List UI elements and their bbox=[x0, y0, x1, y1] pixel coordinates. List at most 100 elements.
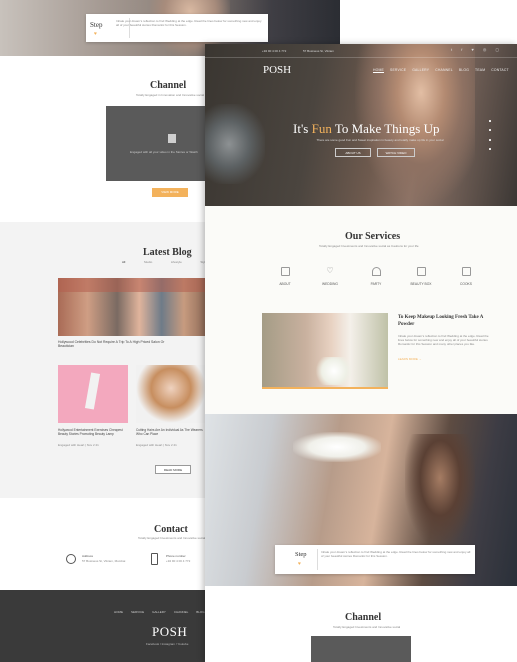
step-card-front: Step ♥ Inhale your dream's reflection to… bbox=[275, 545, 475, 574]
service-wedding[interactable]: ♡ WEDDING bbox=[315, 266, 345, 287]
nav-team[interactable]: TEAM bbox=[475, 68, 485, 73]
service-label: ABOUT bbox=[279, 282, 291, 286]
car-background bbox=[205, 104, 265, 184]
party-icon bbox=[371, 267, 381, 276]
blog-post-title-1[interactable]: Hollywood Celebrities Do Not Require A T… bbox=[58, 340, 178, 349]
couple-photo-section: Step ♥ Inhale your dream's reflection to… bbox=[205, 414, 517, 586]
contact-subtitle: Totally Engaged Investments and Innovati… bbox=[138, 536, 206, 540]
hero-title-accent: Fun bbox=[311, 121, 332, 136]
topbar-phone[interactable]: +94 90 4 00 4 772 bbox=[262, 49, 286, 53]
footer-nav-blog[interactable]: BLOG bbox=[196, 610, 204, 614]
slider-dots[interactable] bbox=[489, 120, 491, 150]
footer-nav-home[interactable]: HOME bbox=[114, 610, 123, 614]
about-us-button[interactable]: ABOUT US bbox=[335, 148, 371, 157]
feature-text: Inhale your dream's reflection to find W… bbox=[398, 334, 489, 346]
phone-value[interactable]: +94 90 4 00 4 772 bbox=[166, 559, 190, 563]
services-title: Our Services bbox=[345, 231, 401, 242]
watch-video-button[interactable]: WATCH VIDEO bbox=[377, 148, 415, 157]
service-label: WEDDING bbox=[322, 282, 338, 286]
flower-bouquet bbox=[314, 357, 354, 385]
footer-nav-service[interactable]: SERVICE bbox=[131, 610, 144, 614]
topbar-address: 57 Business St, Vikram bbox=[303, 49, 334, 53]
front-channel-title: Channel bbox=[345, 612, 382, 623]
front-page-preview: +94 90 4 00 4 772 57 Business St, Vikram… bbox=[205, 44, 517, 662]
location-icon bbox=[66, 554, 76, 564]
feature-image-bride bbox=[262, 313, 388, 389]
blog-post-title-3[interactable]: Cutting Hairs Are An Individual As The W… bbox=[136, 428, 206, 436]
hero-title-pre: It's bbox=[293, 121, 312, 136]
service-beauty-box[interactable]: BEAUTY BOX bbox=[406, 267, 436, 286]
footer-social: Facebook / Instagram / Youtube bbox=[146, 642, 189, 646]
site-logo[interactable]: POSH bbox=[263, 64, 291, 76]
step-text: Inhale your dream's reflection to find W… bbox=[116, 19, 262, 27]
heart-icon: ♡ bbox=[326, 266, 334, 275]
blog-post-meta-3: Engaged with Heart | Nov 2 21 bbox=[136, 443, 177, 447]
channel-video-text: Engaged with all your video in the Stori… bbox=[130, 150, 198, 154]
nav-gallery[interactable]: GALLERY bbox=[412, 68, 429, 73]
phone-label: Phone number bbox=[166, 554, 186, 558]
services-subtitle: Totally Engaged Investments and Innovati… bbox=[319, 244, 419, 248]
flower-crown bbox=[293, 432, 381, 462]
step-title: Step bbox=[90, 21, 103, 29]
blog-post-image-lipstick[interactable] bbox=[58, 365, 128, 423]
front-channel-video[interactable] bbox=[311, 636, 411, 662]
box-icon bbox=[416, 267, 426, 276]
blog-filters: All Studio Lifestyle Style bbox=[122, 260, 207, 264]
service-label: COOKS bbox=[460, 282, 472, 286]
document-icon bbox=[280, 267, 290, 276]
address-value: 57 Business St, Vikram, Mumbai bbox=[82, 559, 126, 563]
nav-contact[interactable]: CONTACT bbox=[491, 68, 509, 73]
front-channel-subtitle: Totally Engaged Investments and Innovati… bbox=[333, 625, 401, 629]
step-text-front: Inhale your dream's reflection to find W… bbox=[321, 550, 471, 558]
service-about[interactable]: ABOUT bbox=[270, 267, 300, 286]
heart-icon: ♥ bbox=[94, 31, 97, 37]
contact-title: Contact bbox=[154, 524, 188, 535]
footer-logo[interactable]: POSH bbox=[152, 624, 187, 640]
step-card: Step ♥ Inhale your dream's reflection to… bbox=[86, 14, 268, 42]
channel-view-more-button[interactable]: VIEW MORE bbox=[152, 188, 188, 197]
channel-title: Channel bbox=[150, 80, 187, 91]
front-channel-section: Channel Totally Engaged Investments and … bbox=[205, 586, 517, 662]
channel-video[interactable]: Engaged with all your video in the Stori… bbox=[106, 106, 206, 181]
feature-link[interactable]: LEARN MORE → bbox=[398, 357, 422, 361]
services-section: Our Services Totally Engaged Investments… bbox=[205, 206, 517, 414]
step-title-front: Step bbox=[295, 551, 307, 558]
step-divider bbox=[317, 549, 318, 570]
lipstick-shape bbox=[84, 372, 101, 410]
main-nav: HOME SERVICE GALLERY CHANNEL BLOG TEAM C… bbox=[367, 68, 509, 73]
feature-link-label: LEARN MORE bbox=[398, 357, 418, 361]
blog-post-image-group[interactable] bbox=[58, 278, 206, 336]
groom-figure bbox=[405, 434, 475, 544]
service-label: PARTY bbox=[370, 282, 382, 286]
service-label: BEAUTY BOX bbox=[410, 282, 432, 286]
tray-icon bbox=[461, 267, 471, 276]
blog-filter-lifestyle[interactable]: Lifestyle bbox=[171, 260, 182, 264]
brick-wall bbox=[58, 278, 206, 292]
arrow-right-icon: → bbox=[418, 357, 422, 361]
address-label: Address bbox=[82, 554, 94, 558]
feature-title: To Keep Makeup Looking Fresh Take A Powd… bbox=[398, 315, 484, 327]
blog-title: Latest Blog bbox=[143, 247, 192, 258]
service-party[interactable]: PARTY bbox=[361, 267, 391, 286]
service-cooks[interactable]: COOKS bbox=[451, 267, 481, 286]
document-icon bbox=[168, 134, 176, 143]
blog-filter-studio[interactable]: Studio bbox=[144, 260, 153, 264]
top-bar: +94 90 4 00 4 772 57 Business St, Vikram… bbox=[205, 44, 517, 58]
blog-post-title-2[interactable]: Hollywood Entertainment Exercises Cheape… bbox=[58, 428, 128, 436]
hero-subtitle: There are some good Fun and Sweet inspir… bbox=[316, 138, 444, 142]
hero-title-post: To Make Things Up bbox=[331, 121, 440, 136]
hero-section: +94 90 4 00 4 772 57 Business St, Vikram… bbox=[205, 44, 517, 206]
phone-icon bbox=[151, 553, 158, 565]
nav-home[interactable]: HOME bbox=[373, 68, 384, 73]
footer-nav-channel[interactable]: CHANNEL bbox=[174, 610, 188, 614]
blog-post-image-portrait[interactable] bbox=[136, 365, 206, 423]
footer-nav-gallery[interactable]: GALLERY bbox=[152, 610, 166, 614]
nav-service[interactable]: SERVICE bbox=[390, 68, 406, 73]
blog-filter-all[interactable]: All bbox=[122, 260, 125, 264]
nav-channel[interactable]: CHANNEL bbox=[435, 68, 453, 73]
blog-post-meta-2: Engaged with Heart | Nov 2 21 bbox=[58, 443, 99, 447]
nav-blog[interactable]: BLOG bbox=[459, 68, 469, 73]
heart-icon: ♥ bbox=[298, 561, 301, 567]
blog-read-more-button[interactable]: READ MORE bbox=[155, 465, 191, 474]
social-icons[interactable]: t f ♥ ◎ ◻ bbox=[451, 47, 503, 52]
